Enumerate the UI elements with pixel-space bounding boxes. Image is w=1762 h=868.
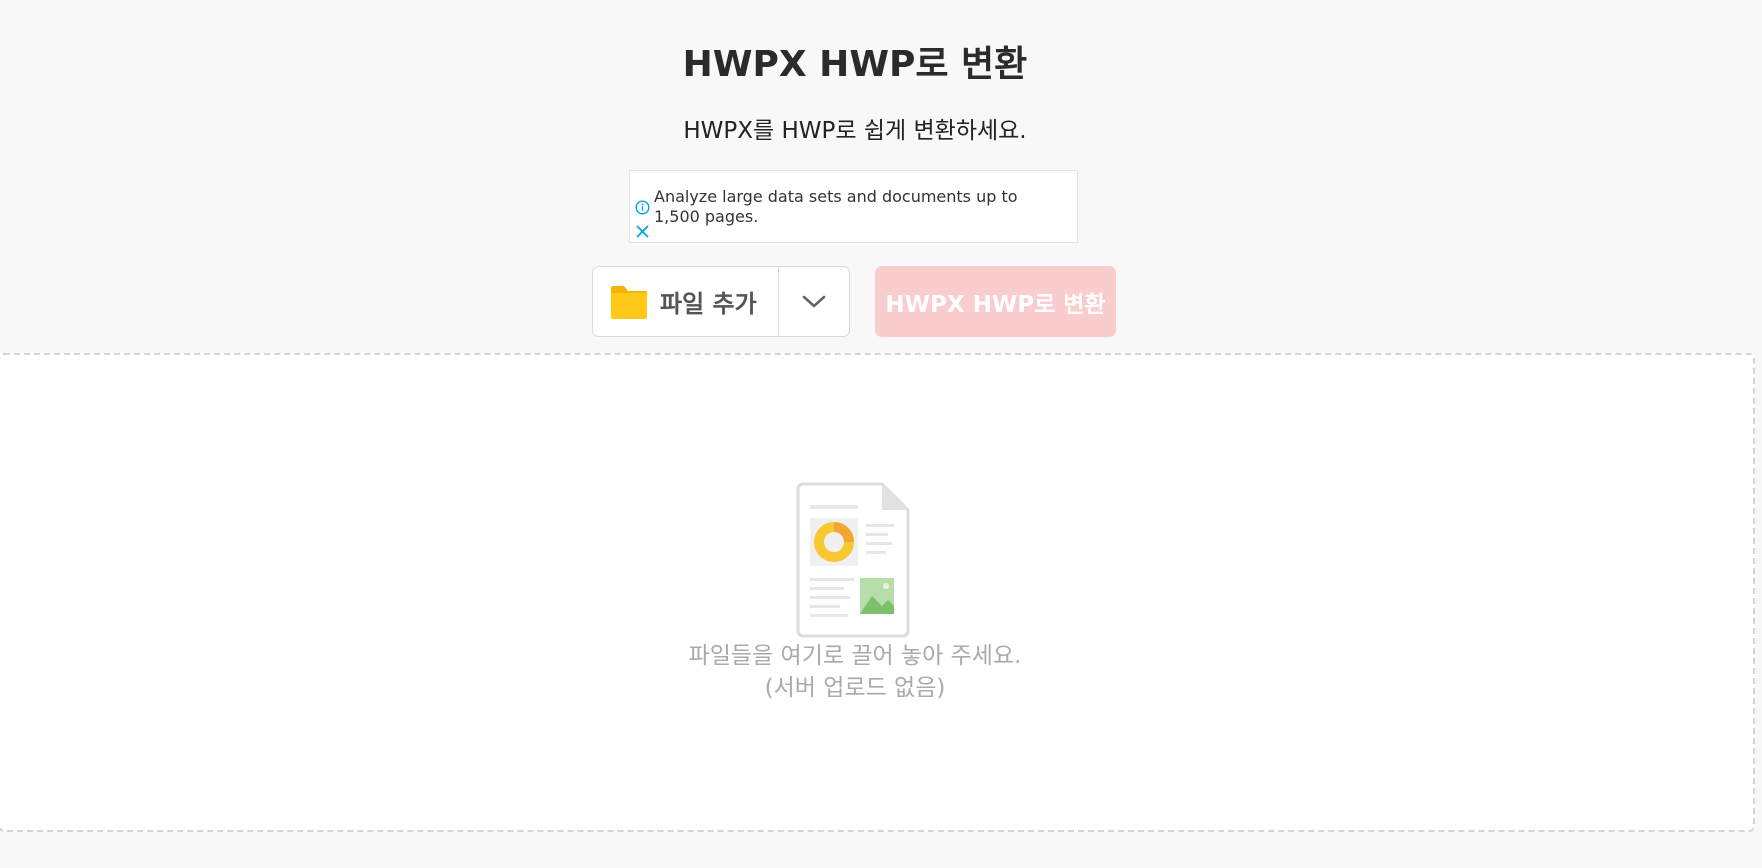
dropzone-note: (서버 업로드 없음) bbox=[764, 675, 946, 701]
ad-text[interactable]: Analyze large data sets and documents up… bbox=[654, 187, 1034, 227]
page-subtitle: HWPX를 HWP로 쉽게 변환하세요. bbox=[683, 118, 1027, 144]
add-file-group: 파일 추가 bbox=[592, 266, 850, 337]
add-file-dropdown-button[interactable] bbox=[779, 267, 849, 336]
file-dropzone[interactable]: 파일들을 여기로 끌어 놓아 주세요. (서버 업로드 없음) bbox=[0, 353, 1755, 832]
page-title: HWPX HWP로 변환 bbox=[682, 44, 1028, 85]
info-icon[interactable] bbox=[635, 200, 650, 215]
chevron-down-icon bbox=[802, 295, 826, 307]
page: HWPX HWP로 변환 HWPX를 HWP로 쉽게 변환하세요. Analyz… bbox=[0, 0, 1762, 868]
folder-icon bbox=[611, 285, 647, 319]
dropzone-text: 파일들을 여기로 끌어 놓아 주세요. (서버 업로드 없음) bbox=[0, 640, 1710, 704]
ad-banner[interactable]: Analyze large data sets and documents up… bbox=[629, 170, 1078, 243]
convert-button[interactable]: HWPX HWP로 변환 bbox=[875, 266, 1116, 337]
add-file-button[interactable]: 파일 추가 bbox=[593, 267, 779, 336]
document-icon bbox=[796, 482, 910, 638]
dropzone-instruction: 파일들을 여기로 끌어 놓아 주세요. bbox=[688, 643, 1022, 669]
add-file-label: 파일 추가 bbox=[660, 290, 757, 318]
close-icon[interactable] bbox=[635, 224, 650, 239]
